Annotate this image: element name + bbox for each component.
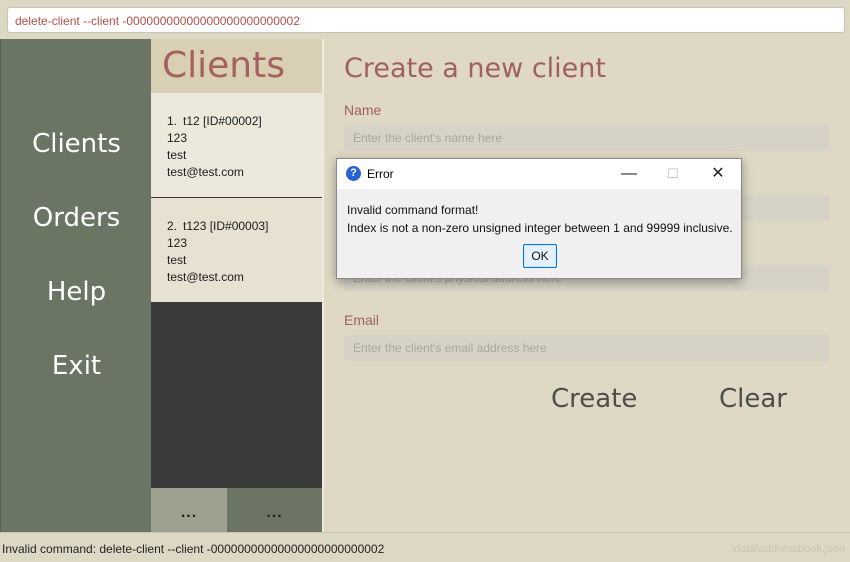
client-index: 1. <box>167 114 178 128</box>
client-phone: 123 <box>167 236 188 250</box>
nav-help[interactable]: Help <box>1 277 152 307</box>
create-client-form: Create a new client Name Enter the clien… <box>324 39 850 532</box>
client-address: test <box>167 148 187 162</box>
email-input[interactable]: Enter the client's email address here <box>344 335 829 361</box>
clear-button[interactable]: Clear <box>719 384 787 414</box>
client-card-header: 2. t123 [ID#00003] <box>167 218 322 235</box>
sidebar: Clients Orders Help Exit <box>0 39 151 532</box>
name-input[interactable]: Enter the client's name here <box>344 125 829 151</box>
client-name: t12 [ID#00002] <box>183 114 262 128</box>
client-card[interactable]: 1. t12 [ID#00002] 123 test test@test.com <box>151 93 322 197</box>
email-label: Email <box>344 312 380 328</box>
dialog-message: Invalid command format! Index is not a n… <box>347 201 733 237</box>
create-button[interactable]: Create <box>551 384 637 414</box>
client-address: test <box>167 253 187 267</box>
nav-exit[interactable]: Exit <box>1 351 152 381</box>
client-index: 2. <box>167 219 178 233</box>
nav-orders[interactable]: Orders <box>1 203 152 233</box>
client-email: test@test.com <box>167 270 244 284</box>
minimize-icon[interactable]: — <box>607 159 651 189</box>
ok-button[interactable]: OK <box>523 244 557 268</box>
status-file-path: .\data\addressbook.json <box>728 543 845 555</box>
command-bar: delete-client --client -0000000000000000… <box>0 0 850 39</box>
question-icon: ? <box>346 166 361 181</box>
name-label: Name <box>344 102 382 118</box>
pager-prev-button[interactable]: ... <box>151 488 227 532</box>
dialog-message-line: Invalid command format! <box>347 203 479 217</box>
status-bar: Invalid command: delete-client --client … <box>0 532 850 562</box>
client-list-pane: Clients 1. t12 [ID#00002] 123 test test@t… <box>151 39 322 532</box>
client-email: test@test.com <box>167 165 244 179</box>
client-name: t123 [ID#00003] <box>183 219 269 233</box>
nav-clients[interactable]: Clients <box>1 129 152 159</box>
client-phone: 123 <box>167 131 188 145</box>
list-title: Clients <box>151 39 322 93</box>
client-card[interactable]: 2. t123 [ID#00003] 123 test test@test.com <box>151 198 322 302</box>
dialog-title: Error <box>367 167 394 181</box>
client-card-header: 1. t12 [ID#00002] <box>167 113 322 130</box>
error-dialog: ? Error — ☐ ✕ Invalid command format! In… <box>336 158 742 279</box>
form-title: Create a new client <box>344 53 606 84</box>
status-message: Invalid command: delete-client --client … <box>2 542 385 556</box>
pager-next-button[interactable]: ... <box>227 488 322 532</box>
dialog-titlebar[interactable]: ? Error — ☐ ✕ <box>337 159 741 189</box>
command-input[interactable]: delete-client --client -0000000000000000… <box>7 7 845 33</box>
close-icon[interactable]: ✕ <box>696 159 740 189</box>
maximize-icon: ☐ <box>667 166 679 181</box>
dialog-message-line: Index is not a non-zero unsigned integer… <box>347 221 733 235</box>
